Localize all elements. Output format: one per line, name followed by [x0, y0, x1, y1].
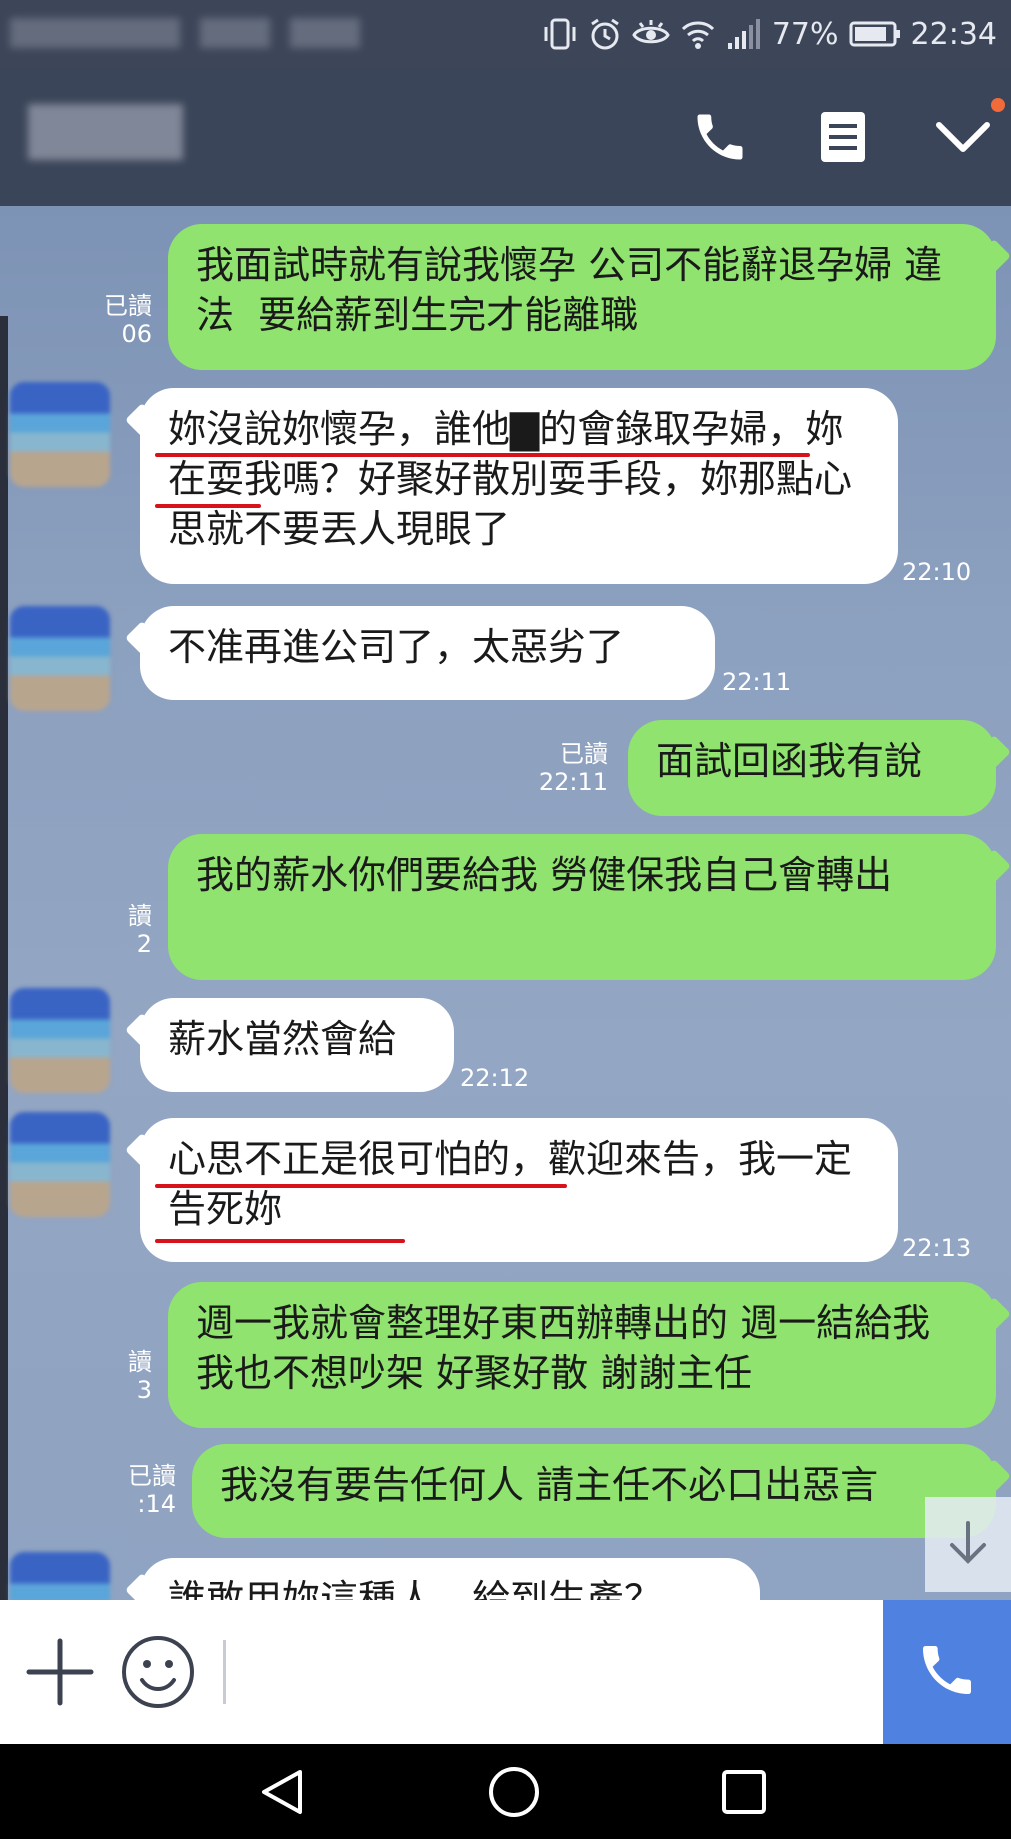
- message-time: 22:12: [460, 1064, 530, 1092]
- avatar[interactable]: [10, 1112, 110, 1217]
- message-time: 3: [136, 1376, 152, 1404]
- chat-header: [0, 68, 1011, 206]
- clock: 22:34: [910, 16, 997, 52]
- message-time: 2: [136, 930, 152, 958]
- plus-icon: [25, 1637, 95, 1711]
- signal-icon: [726, 17, 762, 51]
- read-receipt: 讀 2: [72, 902, 152, 958]
- my-message-bubble[interactable]: 我的薪水你們要給我 勞健保我自己會轉出: [168, 834, 996, 980]
- message-time: :14: [137, 1490, 176, 1518]
- battery-percent: 77%: [771, 16, 839, 52]
- back-button[interactable]: [252, 1766, 312, 1822]
- read-label: 已讀: [128, 1462, 176, 1490]
- read-receipt: 讀 3: [72, 1348, 152, 1404]
- read-label: 讀: [128, 1348, 152, 1376]
- call-button[interactable]: [685, 104, 755, 174]
- avatar[interactable]: [10, 988, 110, 1093]
- wifi-icon: [680, 17, 716, 51]
- scroll-to-bottom-button[interactable]: [925, 1497, 1011, 1592]
- message-time: 22:10: [902, 558, 972, 586]
- notification-dot: [991, 98, 1005, 112]
- emoji-icon: [120, 1634, 196, 1714]
- contact-name-blurred: [28, 104, 183, 160]
- message-input-field[interactable]: [223, 1640, 226, 1704]
- blurred-notification-icons: [200, 18, 270, 48]
- their-message-bubble[interactable]: 薪水當然會給: [140, 998, 454, 1092]
- my-message-bubble[interactable]: 我面試時就有說我懷孕 公司不能辭退孕婦 違法 要給薪到生完才能離職: [168, 224, 996, 370]
- read-receipt: 已讀 22:11: [528, 740, 608, 796]
- phone-icon: [915, 1638, 979, 1706]
- chat-area[interactable]: 已讀 06 我面試時就有說我懷孕 公司不能辭退孕婦 違法 要給薪到生完才能離職 …: [0, 206, 1011, 1600]
- message-time: 22:11: [538, 768, 608, 796]
- avatar[interactable]: [10, 606, 110, 711]
- notes-icon: [817, 108, 869, 170]
- home-button[interactable]: [484, 1766, 544, 1822]
- recents-button[interactable]: [714, 1766, 774, 1822]
- read-receipt: 已讀 06: [72, 292, 152, 348]
- their-message-bubble[interactable]: 不准再進公司了，太惡劣了: [140, 606, 715, 700]
- system-nav-bar: [0, 1744, 1011, 1839]
- red-underline: [155, 504, 261, 508]
- avatar[interactable]: [10, 1552, 110, 1600]
- notes-button[interactable]: [808, 104, 878, 174]
- read-label: 已讀: [104, 292, 152, 320]
- their-message-bubble[interactable]: 妳沒說妳懷孕，誰他▇的會錄取孕婦，妳在耍我嗎？好聚好散別耍手段，妳那點心思就不要…: [140, 388, 898, 584]
- my-message-bubble[interactable]: 面試回函我有說: [628, 720, 996, 816]
- my-message-bubble[interactable]: 我沒有要告任何人 請主任不必口出惡言: [192, 1444, 996, 1538]
- menu-collapse-button[interactable]: [928, 104, 998, 174]
- emoji-button[interactable]: [118, 1634, 198, 1714]
- read-label: 已讀: [560, 740, 608, 768]
- read-label: 讀: [128, 902, 152, 930]
- my-message-bubble[interactable]: 週一我就會整理好東西辦轉出的 週一結給我 我也不想吵架 好聚好散 謝謝主任: [168, 1282, 996, 1428]
- home-icon: [487, 1765, 541, 1823]
- blurred-notification-icons: [10, 18, 180, 48]
- message-time: 06: [121, 320, 152, 348]
- chevron-down-icon: [933, 117, 993, 161]
- recents-icon: [719, 1767, 769, 1821]
- eye-icon: [632, 17, 670, 51]
- battery-icon: [849, 20, 901, 48]
- arrow-down-icon: [946, 1519, 990, 1571]
- left-edge: [0, 316, 8, 1600]
- avatar[interactable]: [10, 382, 110, 487]
- status-icons: 77% 22:34: [542, 10, 997, 58]
- message-input-bar: [0, 1600, 1011, 1744]
- red-underline: [155, 1184, 567, 1188]
- their-message-bubble[interactable]: 誰敢用妳這種人，給到生產？: [140, 1558, 760, 1600]
- alarm-icon: [588, 17, 622, 51]
- message-time: 22:11: [722, 668, 792, 696]
- phone-icon: [690, 107, 750, 171]
- back-icon: [256, 1766, 308, 1822]
- vibrate-icon: [542, 17, 578, 51]
- blurred-notification-icons: [290, 18, 360, 48]
- message-time: 22:13: [902, 1234, 972, 1262]
- add-attachment-button[interactable]: [20, 1634, 100, 1714]
- status-bar: 77% 22:34: [0, 0, 1011, 68]
- red-underline: [155, 1239, 405, 1243]
- read-receipt: 已讀 :14: [96, 1462, 176, 1518]
- voice-call-button[interactable]: [883, 1600, 1011, 1744]
- red-underline: [155, 453, 810, 457]
